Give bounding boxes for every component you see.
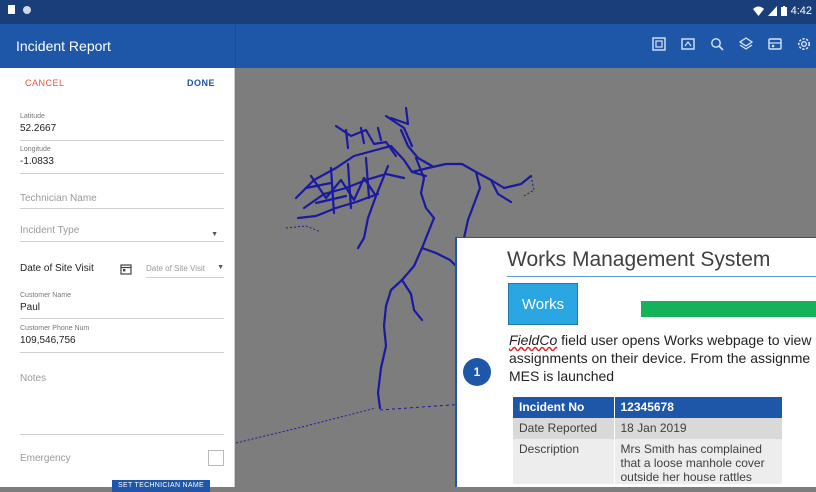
table-cell: 18 Jan 2019 [614,418,782,439]
step-description: FieldCo field user opens Works webpage t… [509,331,816,385]
notes-placeholder: Notes [20,373,47,384]
table-cell: Date Reported [513,418,615,439]
date-of-site-visit-row: Date of Site Visit Date of Site Visit ▼ [20,258,224,284]
clock: 4:42 [790,5,812,17]
date-of-site-visit-label: Date of Site Visit [20,263,94,274]
step-number-badge: 1 [463,358,491,386]
technician-name-placeholder: Technician Name [20,193,97,204]
table-cell: Description [513,439,615,484]
appbar-divider [235,24,236,68]
technician-name-field[interactable]: Technician Name [20,193,224,209]
settings-icon[interactable] [796,36,812,52]
basemap-icon[interactable] [767,36,783,52]
app-bar: Incident Report [0,24,816,68]
longitude-value: -1.0833 [20,156,54,167]
customer-name-value: Paul [20,302,41,313]
form-actions: CANCEL DONE [0,68,235,98]
incident-table: Incident No 12345678 Date Reported 18 Ja… [513,397,782,484]
calendar-icon[interactable] [120,262,132,280]
search-icon[interactable] [709,36,725,52]
table-row: Date Reported 18 Jan 2019 [513,418,782,439]
emergency-label: Emergency [20,453,71,464]
description-line1: field user opens Works webpage to view [557,332,812,348]
battery-icon [780,6,787,16]
customer-phone-value: 109,546,756 [20,335,76,346]
notes-field[interactable]: Notes [20,373,224,435]
emergency-checkbox[interactable] [208,450,224,466]
customer-name-field[interactable]: Customer Name Paul [20,292,224,319]
date-placeholder: Date of Site Visit [146,264,205,273]
circle-icon [23,5,31,14]
table-cell: 12345678 [614,397,782,418]
done-button[interactable]: DONE [187,78,215,88]
works-button[interactable]: Works [508,283,578,325]
longitude-label: Longitude [20,146,51,153]
card-title: Works Management System [507,248,771,271]
set-technician-name-button[interactable]: SET TECHNICIAN NAME [112,480,210,492]
cancel-button[interactable]: CANCEL [25,78,65,88]
chevron-down-icon: ▼ [211,231,218,238]
table-cell: Mrs Smith has complained that a loose ma… [614,439,782,484]
signal-icon [767,6,777,16]
layers-icon[interactable] [738,36,754,52]
description-line2: assignments on their device. From the as… [509,350,811,366]
longitude-field[interactable]: Longitude -1.0833 [20,146,224,174]
card-divider [507,276,816,277]
incident-form-panel: CANCEL DONE Latitude 52.2667 Longitude -… [0,68,235,492]
latitude-value: 52.2667 [20,123,57,134]
customer-phone-field[interactable]: Customer Phone Num 109,546,756 [20,325,224,353]
date-of-site-visit-select[interactable]: Date of Site Visit ▼ [146,264,224,278]
incident-type-placeholder: Incident Type [20,225,80,236]
description-brand: FieldCo [509,332,558,348]
sd-card-icon [8,5,15,14]
progress-bar [641,301,816,317]
customer-name-label: Customer Name [20,292,71,299]
page-title: Incident Report [16,38,111,54]
description-line3: MES is launched [509,368,615,384]
status-bar: 4:42 [0,0,816,24]
table-row: Description Mrs Smith has complained tha… [513,439,782,484]
wifi-icon [752,6,764,16]
incident-type-select[interactable]: Incident Type ▼ [20,225,224,242]
customer-phone-label: Customer Phone Num [20,325,90,332]
map-toolbar [651,36,812,52]
chevron-down-icon: ▼ [217,264,224,271]
emergency-row: Emergency [20,450,224,470]
works-management-card: Works Management System Works FieldCo fi… [455,237,816,487]
table-header-row: Incident No 12345678 [513,397,782,418]
latitude-label: Latitude [20,113,45,120]
latitude-field[interactable]: Latitude 52.2667 [20,113,224,141]
map-export-icon[interactable] [680,36,696,52]
layer-select-icon[interactable] [651,36,667,52]
table-cell: Incident No [513,397,615,418]
